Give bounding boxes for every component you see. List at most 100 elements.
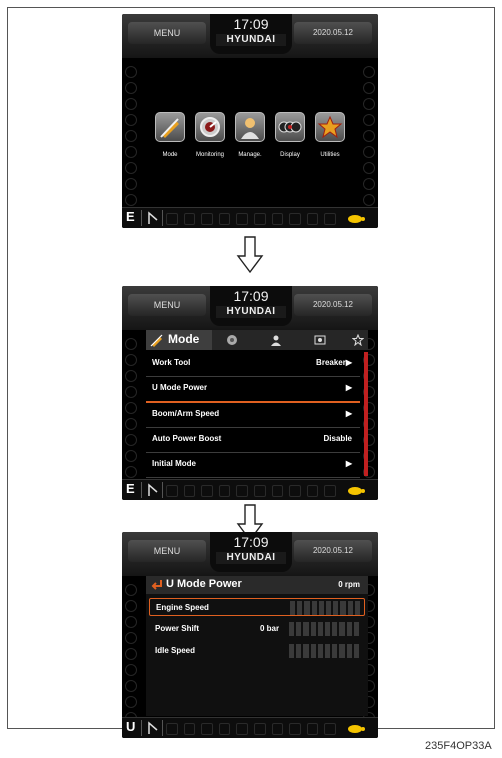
menu-button[interactable]: MENU	[128, 22, 206, 44]
mode-tabs: Mode	[146, 330, 368, 350]
tab-manage-user-icon[interactable]	[270, 334, 282, 346]
clock: 17:09	[233, 288, 269, 304]
user-icon	[235, 112, 265, 142]
scrollbar[interactable]	[364, 352, 368, 476]
top-bar: MENU 17:09 HYUNDAI 2020.05.12	[122, 286, 378, 330]
left-indicator-column	[124, 334, 138, 478]
top-bar: MENU 17:09 HYUNDAI 2020.05.12	[122, 532, 378, 576]
turtle-speed-icon	[348, 215, 365, 223]
inactive-indicators	[166, 485, 336, 497]
brand-logo: HYUNDAI	[216, 34, 286, 46]
divider	[141, 482, 142, 498]
mode-menu-screen: MENU 17:09 HYUNDAI 2020.05.12 Mode Work …	[122, 286, 378, 500]
tab-title: Mode	[168, 332, 200, 346]
star-icon	[315, 112, 345, 142]
divider	[162, 210, 163, 226]
clock: 17:09	[233, 534, 269, 550]
page-header: U Mode Power 0 rpm	[146, 576, 368, 594]
bottom-bar: E	[122, 479, 378, 500]
list-item-value: Disable	[323, 434, 352, 443]
tab-display-icon[interactable]	[314, 334, 326, 346]
pencil-ruler-icon	[155, 112, 185, 142]
menu-button[interactable]: MENU	[128, 540, 206, 562]
gauge-icon	[195, 112, 225, 142]
list-item-label: Work Tool	[152, 358, 191, 367]
engine-speed-level-bar[interactable]	[290, 601, 361, 615]
list-item-value: ▶	[345, 459, 352, 468]
idle-speed-level-bar[interactable]	[289, 644, 360, 658]
pencil-ruler-icon	[150, 334, 163, 347]
display-icon	[275, 112, 305, 142]
work-mode-icon	[148, 721, 158, 734]
power-mode-indicator: E	[126, 209, 135, 224]
menu-button[interactable]: MENU	[128, 294, 206, 316]
divider	[141, 720, 142, 736]
list-item-label: U Mode Power	[152, 383, 208, 392]
mode-settings-list: Work Tool Breaker▶ U Mode Power ▶ Boom/A…	[146, 352, 360, 478]
rpm-readout: 0 rpm	[338, 580, 360, 589]
list-item-work-tool[interactable]: Work Tool Breaker▶	[146, 352, 360, 377]
tab-monitoring-gauge-icon[interactable]	[226, 334, 238, 346]
menu-item-monitoring[interactable]: Monitoring	[190, 112, 230, 158]
date-display: 2020.05.12	[294, 22, 372, 44]
down-arrow-icon	[236, 236, 264, 274]
power-shift-level-bar[interactable]	[289, 622, 360, 636]
right-indicator-column	[362, 62, 376, 206]
clock-plate: 17:09 HYUNDAI	[210, 14, 292, 54]
menu-item-utilities[interactable]: Utilities	[310, 112, 350, 158]
divider	[162, 482, 163, 498]
date-display: 2020.05.12	[294, 540, 372, 562]
list-item-engine-speed[interactable]: Engine Speed	[149, 598, 365, 616]
left-indicator-column	[124, 62, 138, 206]
main-menu-screen: MENU 17:09 HYUNDAI 2020.05.12 Mode Monit…	[122, 14, 378, 228]
list-item-value: ▶	[345, 383, 352, 392]
inactive-indicators	[166, 723, 336, 735]
u-mode-power-screen: MENU 17:09 HYUNDAI 2020.05.12 U Mode Pow…	[122, 532, 378, 738]
menu-item-mode[interactable]: Mode	[150, 112, 190, 158]
brand-logo: HYUNDAI	[216, 306, 286, 318]
menu-item-label: Manage.	[238, 152, 262, 158]
list-item-power-shift[interactable]: Power Shift 0 bar	[149, 620, 365, 638]
list-item-label: Auto Power Boost	[152, 434, 222, 443]
power-mode-indicator: E	[126, 481, 135, 496]
list-item-label: Engine Speed	[156, 603, 209, 612]
menu-item-label: Display	[280, 152, 300, 158]
left-indicator-column	[124, 580, 138, 724]
tab-utilities-star-icon[interactable]	[352, 334, 364, 346]
divider	[162, 720, 163, 736]
menu-item-manage[interactable]: Manage.	[230, 112, 270, 158]
power-mode-indicator: U	[126, 719, 136, 734]
divider	[141, 210, 142, 226]
menu-item-display[interactable]: Display	[270, 112, 310, 158]
menu-item-label: Monitoring	[195, 152, 224, 158]
u-mode-settings-panel: Engine Speed Power Shift 0 bar Idle Spee…	[146, 594, 368, 716]
inactive-indicators	[166, 213, 336, 225]
figure-id: 235F4OP33A	[425, 740, 492, 752]
turtle-speed-icon	[348, 725, 365, 733]
list-item-value: ▶	[345, 409, 352, 418]
date-display: 2020.05.12	[294, 294, 372, 316]
page-title: U Mode Power	[166, 578, 242, 590]
work-mode-icon	[148, 483, 158, 496]
list-item-label: Boom/Arm Speed	[152, 409, 220, 418]
list-item-label: Power Shift	[155, 624, 200, 633]
main-menu-icons: Mode Monitoring Manage. Display Utilitie…	[150, 112, 350, 172]
list-item-u-mode-power[interactable]: U Mode Power ▶	[146, 377, 360, 403]
top-bar: MENU 17:09 HYUNDAI 2020.05.12	[122, 14, 378, 58]
list-item-value: Breaker▶	[316, 358, 352, 367]
list-item-initial-mode[interactable]: Initial Mode ▶	[146, 453, 360, 478]
list-item-label: Idle Speed	[155, 646, 196, 655]
brand-logo: HYUNDAI	[216, 552, 286, 564]
work-mode-icon	[148, 211, 158, 224]
list-item-boom-arm-speed[interactable]: Boom/Arm Speed ▶	[146, 403, 360, 428]
menu-item-label: Utilities	[320, 152, 340, 158]
turtle-speed-icon	[348, 487, 365, 495]
tab-mode[interactable]: Mode	[146, 330, 212, 350]
bottom-bar: U	[122, 717, 378, 738]
clock-plate: 17:09 HYUNDAI	[210, 286, 292, 326]
clock-plate: 17:09 HYUNDAI	[210, 532, 292, 572]
back-arrow-icon[interactable]	[150, 579, 163, 591]
clock: 17:09	[233, 16, 269, 32]
list-item-idle-speed[interactable]: Idle Speed	[149, 642, 365, 660]
list-item-auto-power-boost[interactable]: Auto Power Boost Disable	[146, 428, 360, 453]
